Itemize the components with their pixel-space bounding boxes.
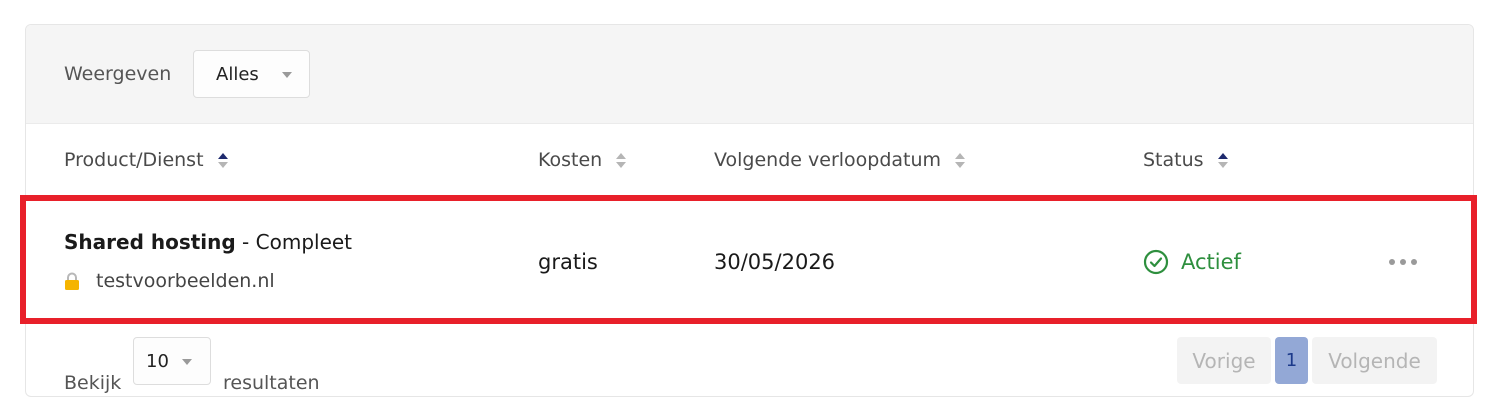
column-header-expiry[interactable]: Volgende verloopdatum (714, 149, 966, 171)
pagination-page-1[interactable]: 1 (1275, 337, 1308, 384)
filter-select-value: Alles (216, 64, 259, 85)
column-header-status-label: Status (1143, 149, 1204, 171)
lock-icon (65, 272, 79, 290)
chevron-down-icon (182, 359, 192, 365)
product-title[interactable]: Shared hosting - Compleet (64, 230, 352, 254)
column-header-product[interactable]: Product/Dienst (64, 149, 228, 171)
pagination-previous-button[interactable]: Vorige (1177, 337, 1271, 384)
domain-name: testvoorbeelden.nl (96, 270, 275, 292)
status-label: Actief (1181, 250, 1241, 274)
expiry-date: 30/05/2026 (714, 250, 836, 274)
sort-icon (616, 152, 627, 168)
product-name: Shared hosting (64, 230, 236, 254)
filter-label: Weergeven (64, 63, 172, 85)
column-header-expiry-label: Volgende verloopdatum (714, 149, 942, 171)
product-variant: - Compleet (235, 230, 353, 254)
pagination-next-button[interactable]: Volgende (1312, 337, 1437, 384)
column-header-product-label: Product/Dienst (64, 149, 204, 171)
chevron-down-icon (282, 72, 292, 78)
check-circle-icon (1143, 249, 1169, 275)
results-label: resultaten (223, 372, 320, 394)
domain-line: testvoorbeelden.nl (64, 270, 275, 292)
filter-bar: Weergeven Alles (26, 25, 1473, 124)
sort-icon (955, 152, 966, 168)
services-table-card: Weergeven Alles Product/Dienst Kosten Vo… (25, 24, 1474, 397)
more-horizontal-icon[interactable] (1387, 257, 1419, 267)
cost-value: gratis (538, 250, 598, 274)
column-header-status[interactable]: Status (1143, 149, 1228, 171)
column-header-cost[interactable]: Kosten (538, 149, 627, 171)
per-page-select[interactable]: 10 (133, 337, 211, 385)
filter-select[interactable]: Alles (193, 50, 310, 98)
per-page-value: 10 (146, 351, 169, 372)
sort-icon (1217, 152, 1228, 168)
sort-icon (217, 152, 228, 168)
show-label: Bekijk (64, 372, 122, 394)
status-badge: Actief (1143, 249, 1241, 275)
column-header-cost-label: Kosten (538, 149, 603, 171)
